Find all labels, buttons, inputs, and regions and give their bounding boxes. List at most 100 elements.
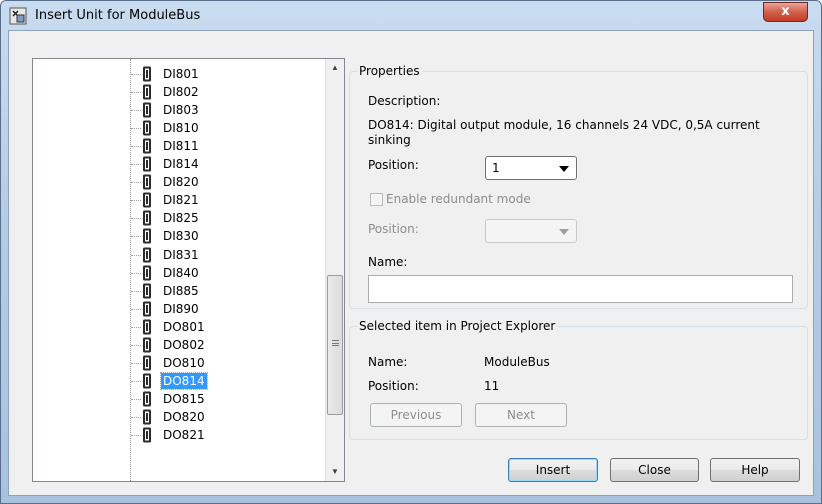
tree-item-label: DI801 [163, 67, 199, 81]
redundant-position-label: Position: [368, 222, 419, 236]
selected-name-value: ModuleBus [484, 355, 550, 369]
selected-name-label: Name: [368, 355, 408, 369]
tree-branch-line [131, 146, 141, 148]
selected-item-group-title: Selected item in Project Explorer [357, 319, 558, 333]
help-button[interactable]: Help [710, 458, 800, 482]
io-module-icon [143, 283, 151, 299]
tree-item[interactable]: DI802 [33, 83, 323, 101]
redundant-mode-checkbox[interactable] [370, 193, 383, 206]
tree-item[interactable]: DO802 [33, 336, 323, 354]
tree-branch-line [131, 200, 141, 202]
window-title: Insert Unit for ModuleBus [35, 8, 201, 23]
selected-position-value: 11 [484, 379, 500, 393]
tree-item-label: DI803 [163, 103, 199, 118]
chevron-down-icon [559, 229, 569, 235]
io-module-icon [143, 265, 151, 281]
tree-item[interactable]: DI830 [33, 227, 323, 245]
tree-item-label: DI890 [163, 301, 199, 316]
app-icon [9, 7, 27, 25]
name-input[interactable] [368, 275, 793, 303]
position-select[interactable]: 1 [485, 156, 577, 180]
tree-item-label: DO810 [163, 355, 205, 370]
title-bar[interactable]: Insert Unit for ModuleBus x [1, 1, 821, 31]
io-module-icon [143, 138, 151, 154]
insert-button[interactable]: Insert [508, 458, 598, 482]
io-module-icon [143, 228, 151, 244]
tree-item[interactable]: DI840 [33, 264, 323, 282]
tree-item-label: DO821 [163, 428, 205, 442]
position-select-value: 1 [492, 161, 500, 175]
io-module-icon [143, 102, 151, 118]
arrow-up-icon[interactable]: ▲ [326, 59, 344, 76]
tree-scrollbar[interactable]: ▲ ▼ [325, 59, 344, 481]
tree-item-label: DI820 [163, 175, 199, 190]
position-label: Position: [368, 158, 419, 172]
tree-item-label: DI831 [163, 247, 199, 262]
tree-item[interactable]: DI890 [33, 300, 323, 318]
tree-branch-line [131, 164, 141, 166]
properties-group-title: Properties [357, 64, 422, 78]
tree-branch-line [131, 110, 141, 112]
tree-branch-line [131, 290, 141, 292]
tree-branch-line [131, 92, 141, 94]
io-module-icon [143, 409, 151, 425]
scrollbar-thumb[interactable] [327, 275, 343, 415]
description-text-line1: DO814: Digital output module, 16 channel… [368, 118, 760, 132]
tree-branch-line [131, 74, 141, 75]
tree-item-label: DO815 [163, 391, 205, 406]
tree-item[interactable]: DI820 [33, 173, 323, 191]
tree-branch-line [131, 308, 141, 310]
io-module-icon [143, 120, 151, 136]
io-module-icon [143, 247, 151, 262]
tree-item[interactable]: DI821 [33, 191, 323, 209]
tree-branch-line [131, 326, 141, 328]
io-module-icon [143, 192, 151, 208]
tree-item[interactable]: DO820 [33, 408, 323, 426]
tree-item[interactable]: DI814 [33, 155, 323, 173]
tree-item[interactable]: DI825 [33, 209, 323, 227]
tree-item-label: DI885 [163, 283, 199, 298]
dialog-body: DI801 DI802 DI803 DI810 DI811 DI814 DI820 DI821… [8, 30, 814, 496]
redundant-position-select[interactable] [485, 219, 577, 243]
tree-branch-line [131, 254, 141, 256]
tree-item-label: DI811 [163, 139, 199, 154]
io-module-icon [143, 210, 151, 226]
next-button[interactable]: Next [475, 403, 567, 427]
selected-position-label: Position: [368, 379, 419, 393]
tree-item[interactable]: DO821 [33, 426, 323, 444]
io-module-icon [143, 355, 151, 371]
tree-item[interactable]: DI831 [33, 246, 323, 264]
close-button[interactable]: Close [610, 458, 699, 482]
tree-branch-line [131, 272, 141, 274]
tree-item-label: DI825 [163, 211, 199, 226]
tree-branch-line [131, 362, 141, 364]
tree-item[interactable]: DO814 [33, 371, 323, 390]
tree-branch-line [131, 380, 141, 382]
arrow-down-icon[interactable]: ▼ [326, 463, 344, 480]
tree-item[interactable]: DI810 [33, 119, 323, 137]
name-label: Name: [368, 255, 408, 269]
tree-item-label: DI821 [163, 193, 199, 208]
io-module-icon [143, 319, 151, 335]
selected-item-group: Selected item in Project Explorer Name: … [349, 319, 808, 440]
tree-item-label: DI830 [163, 229, 199, 244]
tree-branch-line [131, 344, 141, 346]
tree-item[interactable]: DO810 [33, 354, 323, 372]
tree-item[interactable]: DI801 [33, 65, 323, 83]
io-module-icon [143, 373, 151, 389]
dialog-window: Insert Unit for ModuleBus x DI801 DI802 DI… [0, 0, 822, 504]
tree-item[interactable]: DO815 [33, 390, 323, 408]
tree-branch-line [131, 236, 141, 238]
tree-item[interactable]: DO801 [33, 318, 323, 336]
tree-item-label: DI810 [163, 121, 199, 136]
tree-branch-line [131, 435, 141, 436]
description-text-line2: sinking [368, 133, 411, 147]
io-module-icon [143, 66, 151, 82]
tree-item[interactable]: DI803 [33, 101, 323, 119]
tree-item[interactable]: DI885 [33, 282, 323, 300]
tree-item[interactable]: DI811 [33, 137, 323, 155]
unit-tree[interactable]: DI801 DI802 DI803 DI810 DI811 DI814 DI820 DI821… [32, 58, 345, 482]
previous-button[interactable]: Previous [370, 403, 462, 427]
close-window-button[interactable]: x [763, 2, 808, 22]
io-module-icon [143, 301, 151, 317]
